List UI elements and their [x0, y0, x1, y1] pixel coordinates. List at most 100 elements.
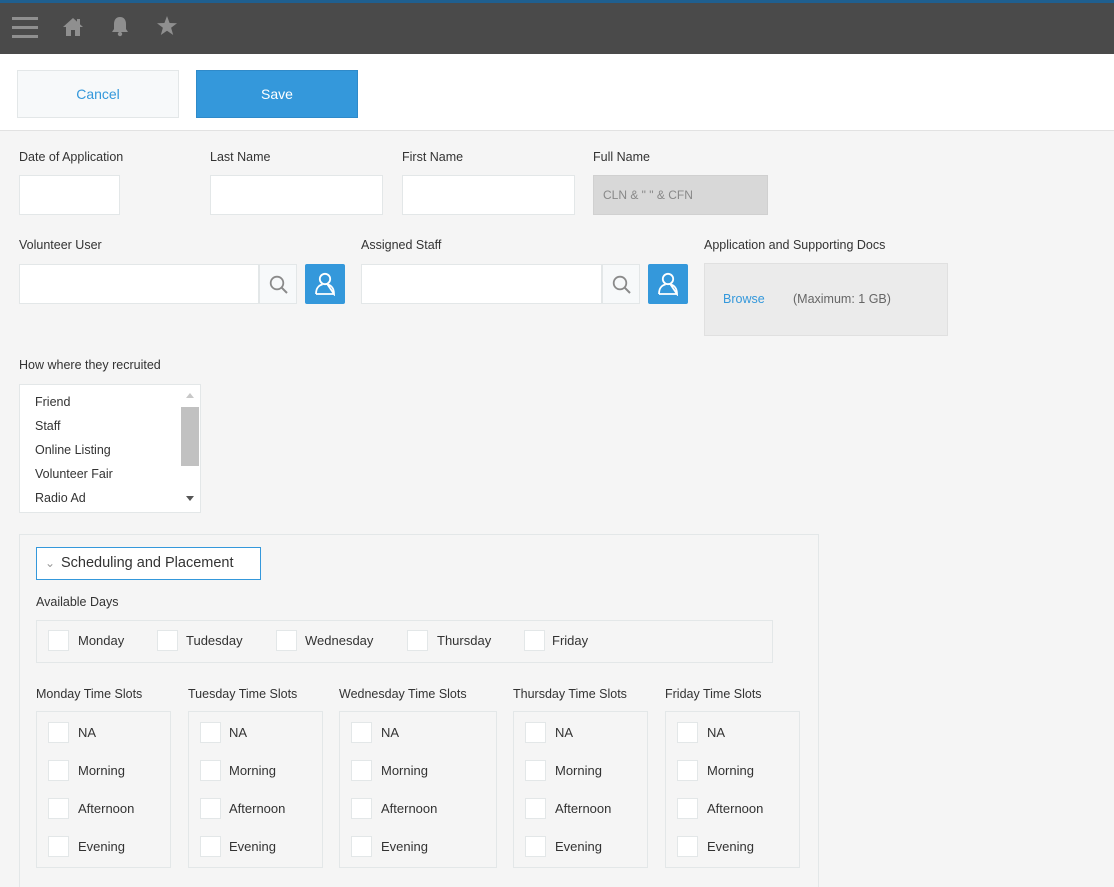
slot-label: NA: [707, 725, 726, 740]
slot-label: Afternoon: [381, 801, 438, 816]
slot-checkbox[interactable]: [351, 760, 372, 781]
slot-checkbox[interactable]: [48, 722, 69, 743]
first-name-input[interactable]: [402, 175, 575, 215]
volunteer-user-picker-button[interactable]: [305, 264, 345, 304]
list-option[interactable]: Online Listing: [35, 443, 111, 457]
date-of-application-label: Date of Application: [19, 150, 124, 164]
slot-checkbox[interactable]: [351, 798, 372, 819]
list-option[interactable]: Staff: [35, 419, 60, 433]
max-size-note: (Maximum: 1 GB): [793, 292, 891, 306]
home-icon[interactable]: [62, 16, 84, 38]
assigned-staff-label: Assigned Staff: [361, 238, 442, 252]
day-checkbox-wednesday[interactable]: [276, 630, 297, 651]
top-nav-bar: [0, 0, 1114, 54]
slot-label: NA: [555, 725, 574, 740]
slot-checkbox[interactable]: [48, 836, 69, 857]
slot-checkbox[interactable]: [677, 836, 698, 857]
day-label-tuesday: Tudesday: [186, 633, 243, 648]
slot-checkbox[interactable]: [48, 760, 69, 781]
slot-label: NA: [229, 725, 248, 740]
slot-label: Evening: [229, 839, 276, 854]
slot-checkbox[interactable]: [677, 798, 698, 819]
friday-slots-label: Friday Time Slots: [665, 687, 762, 701]
search-icon: [269, 275, 288, 294]
last-name-label: Last Name: [210, 150, 271, 164]
slot-label: Afternoon: [555, 801, 612, 816]
save-button[interactable]: Save: [196, 70, 358, 118]
slot-checkbox[interactable]: [525, 798, 546, 819]
slot-label: Morning: [707, 763, 754, 778]
assigned-staff-search-button[interactable]: [602, 264, 640, 304]
slot-label: Afternoon: [229, 801, 286, 816]
slot-label: Evening: [707, 839, 754, 854]
day-checkbox-thursday[interactable]: [407, 630, 428, 651]
list-option[interactable]: Volunteer Fair: [35, 467, 113, 481]
monday-slots-label: Monday Time Slots: [36, 687, 143, 701]
slot-label: NA: [78, 725, 97, 740]
slot-label: Evening: [555, 839, 602, 854]
full-name-value: CLN & " " & CFN: [593, 175, 768, 215]
search-icon: [612, 275, 631, 294]
slot-label: Morning: [229, 763, 276, 778]
last-name-input[interactable]: [210, 175, 383, 215]
thursday-slots-label: Thursday Time Slots: [513, 687, 627, 701]
assigned-staff-picker-button[interactable]: [648, 264, 688, 304]
tuesday-slots-label: Tuesday Time Slots: [188, 687, 298, 701]
assigned-staff-input[interactable]: [361, 264, 602, 304]
slot-checkbox[interactable]: [200, 722, 221, 743]
slot-checkbox[interactable]: [200, 798, 221, 819]
menu-icon[interactable]: [12, 17, 38, 39]
cancel-button[interactable]: Cancel: [17, 70, 179, 118]
slot-label: Afternoon: [78, 801, 135, 816]
volunteer-user-label: Volunteer User: [19, 238, 102, 252]
slot-label: NA: [381, 725, 400, 740]
wednesday-slots-label: Wednesday Time Slots: [339, 687, 467, 701]
scroll-down-icon[interactable]: [185, 495, 195, 503]
slot-checkbox[interactable]: [200, 836, 221, 857]
day-checkbox-monday[interactable]: [48, 630, 69, 651]
day-label-wednesday: Wednesday: [305, 633, 374, 648]
file-upload-area: Browse (Maximum: 1 GB): [704, 263, 948, 336]
attachments-label: Application and Supporting Docs: [704, 238, 886, 252]
slot-label: Morning: [78, 763, 125, 778]
user-icon: [658, 272, 678, 296]
scroll-up-icon[interactable]: [185, 391, 195, 399]
list-option[interactable]: Radio Ad: [35, 491, 86, 505]
user-icon: [315, 272, 335, 296]
day-label-thursday: Thursday: [437, 633, 492, 648]
day-label-friday: Friday: [552, 633, 589, 648]
scheduling-group-toggle[interactable]: ⌄ Scheduling and Placement: [36, 547, 261, 580]
bell-icon[interactable]: [109, 15, 131, 37]
slot-checkbox[interactable]: [525, 760, 546, 781]
recruited-label: How where they recruited: [19, 358, 161, 372]
available-days-label: Available Days: [36, 595, 119, 609]
browse-link[interactable]: Browse: [723, 292, 765, 306]
action-bar: Cancel Save: [0, 54, 1114, 131]
volunteer-user-input[interactable]: [19, 264, 259, 304]
slot-checkbox[interactable]: [351, 722, 372, 743]
date-of-application-input[interactable]: [19, 175, 120, 215]
available-days-box: [36, 620, 773, 663]
volunteer-user-search-button[interactable]: [259, 264, 297, 304]
slot-checkbox[interactable]: [677, 760, 698, 781]
slot-checkbox[interactable]: [200, 760, 221, 781]
slot-checkbox[interactable]: [525, 722, 546, 743]
scheduling-group-title: Scheduling and Placement: [61, 555, 234, 571]
slot-checkbox[interactable]: [48, 798, 69, 819]
chevron-down-icon: ⌄: [45, 556, 56, 570]
slot-checkbox[interactable]: [351, 836, 372, 857]
star-icon[interactable]: [156, 15, 178, 37]
slot-checkbox[interactable]: [525, 836, 546, 857]
slot-checkbox[interactable]: [677, 722, 698, 743]
slot-label: Afternoon: [707, 801, 764, 816]
day-checkbox-tuesday[interactable]: [157, 630, 178, 651]
scrollbar-thumb[interactable]: [181, 407, 199, 466]
slot-label: Evening: [381, 839, 428, 854]
full-name-label: Full Name: [593, 150, 650, 164]
day-label-monday: Monday: [78, 633, 125, 648]
list-option[interactable]: Friend: [35, 395, 70, 409]
slot-label: Morning: [555, 763, 602, 778]
slot-label: Evening: [78, 839, 125, 854]
day-checkbox-friday[interactable]: [524, 630, 545, 651]
recruited-listbox[interactable]: Friend Staff Online Listing Volunteer Fa…: [19, 384, 201, 513]
